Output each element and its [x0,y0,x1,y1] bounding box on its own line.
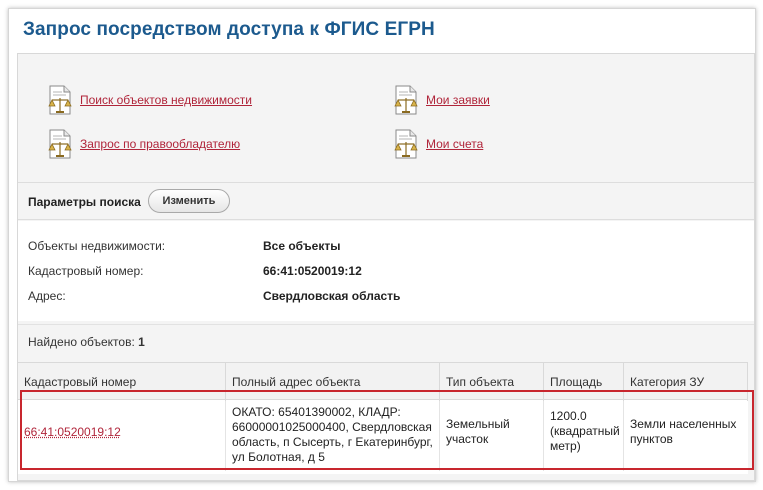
column-header-address[interactable]: Полный адрес объекта [226,363,440,401]
document-scales-icon [390,84,422,116]
content-panel: Поиск объектов недвижимости Мои заявки З… [17,53,755,481]
info-row-objects: Объекты недвижимости: Все объекты [28,239,728,257]
search-params-info: Объекты недвижимости: Все объекты Кадаст… [18,221,754,321]
title-bar: Запрос посредством доступа к ФГИС ЕГРН [9,9,755,53]
found-count: 1 [138,335,145,349]
page-container: Запрос посредством доступа к ФГИС ЕГРН П… [8,8,756,482]
column-header-area[interactable]: Площадь [544,363,624,401]
results-table: Кадастровый номер Полный адрес объекта Т… [18,362,748,474]
link-my-requests[interactable]: Мои заявки [390,84,490,116]
document-scales-icon [44,84,76,116]
page-title: Запрос посредством доступа к ФГИС ЕГРН [23,19,435,40]
cell-cadastral: 66:41:0520019:12 [18,401,226,471]
info-value: 66:41:0520019:12 [263,264,362,278]
cadastral-number-link[interactable]: 66:41:0520019:12 [24,425,121,439]
info-key: Адрес: [28,289,66,303]
found-count-bar: Найдено объектов: 1 [18,324,754,360]
column-header-cadastral[interactable]: Кадастровый номер [18,363,226,401]
document-scales-icon [390,128,422,160]
found-label: Найдено объектов: [28,335,135,349]
table-row[interactable]: 66:41:0520019:12 ОКАТО: 65401390002, КЛА… [18,401,748,471]
info-key: Объекты недвижимости: [28,239,166,253]
column-header-type[interactable]: Тип объекта [440,363,544,401]
action-links: Поиск объектов недвижимости Мои заявки З… [18,54,754,176]
link-owner-request-label[interactable]: Запрос по правообладателю [80,137,240,151]
info-key: Кадастровый номер: [28,264,144,278]
cell-address: ОКАТО: 65401390002, КЛАДР: 6600000102500… [226,401,440,471]
info-row-address: Адрес: Свердловская область [28,289,728,307]
search-params-label: Параметры поиска [28,195,141,209]
info-value: Все объекты [263,239,341,253]
link-my-requests-label[interactable]: Мои заявки [426,93,490,107]
link-search-objects[interactable]: Поиск объектов недвижимости [44,84,252,116]
search-params-bar: Параметры поиска Изменить [18,182,754,220]
link-search-objects-label[interactable]: Поиск объектов недвижимости [80,93,252,107]
link-owner-request[interactable]: Запрос по правообладателю [44,128,240,160]
link-my-bills-label[interactable]: Мои счета [426,137,483,151]
found-text: Найдено объектов: 1 [28,335,145,349]
cell-type: Земельный участок [440,401,544,471]
cell-area: 1200.0 (квадратный метр) [544,401,624,471]
table-header: Кадастровый номер Полный адрес объекта Т… [18,362,748,401]
info-row-cadastral: Кадастровый номер: 66:41:0520019:12 [28,264,728,282]
cell-category: Земли населенных пунктов [630,417,737,446]
info-value: Свердловская область [263,289,401,303]
link-my-bills[interactable]: Мои счета [390,128,483,160]
change-button[interactable]: Изменить [148,189,230,213]
column-header-category[interactable]: Категория ЗУ [624,363,748,401]
document-scales-icon [44,128,76,160]
